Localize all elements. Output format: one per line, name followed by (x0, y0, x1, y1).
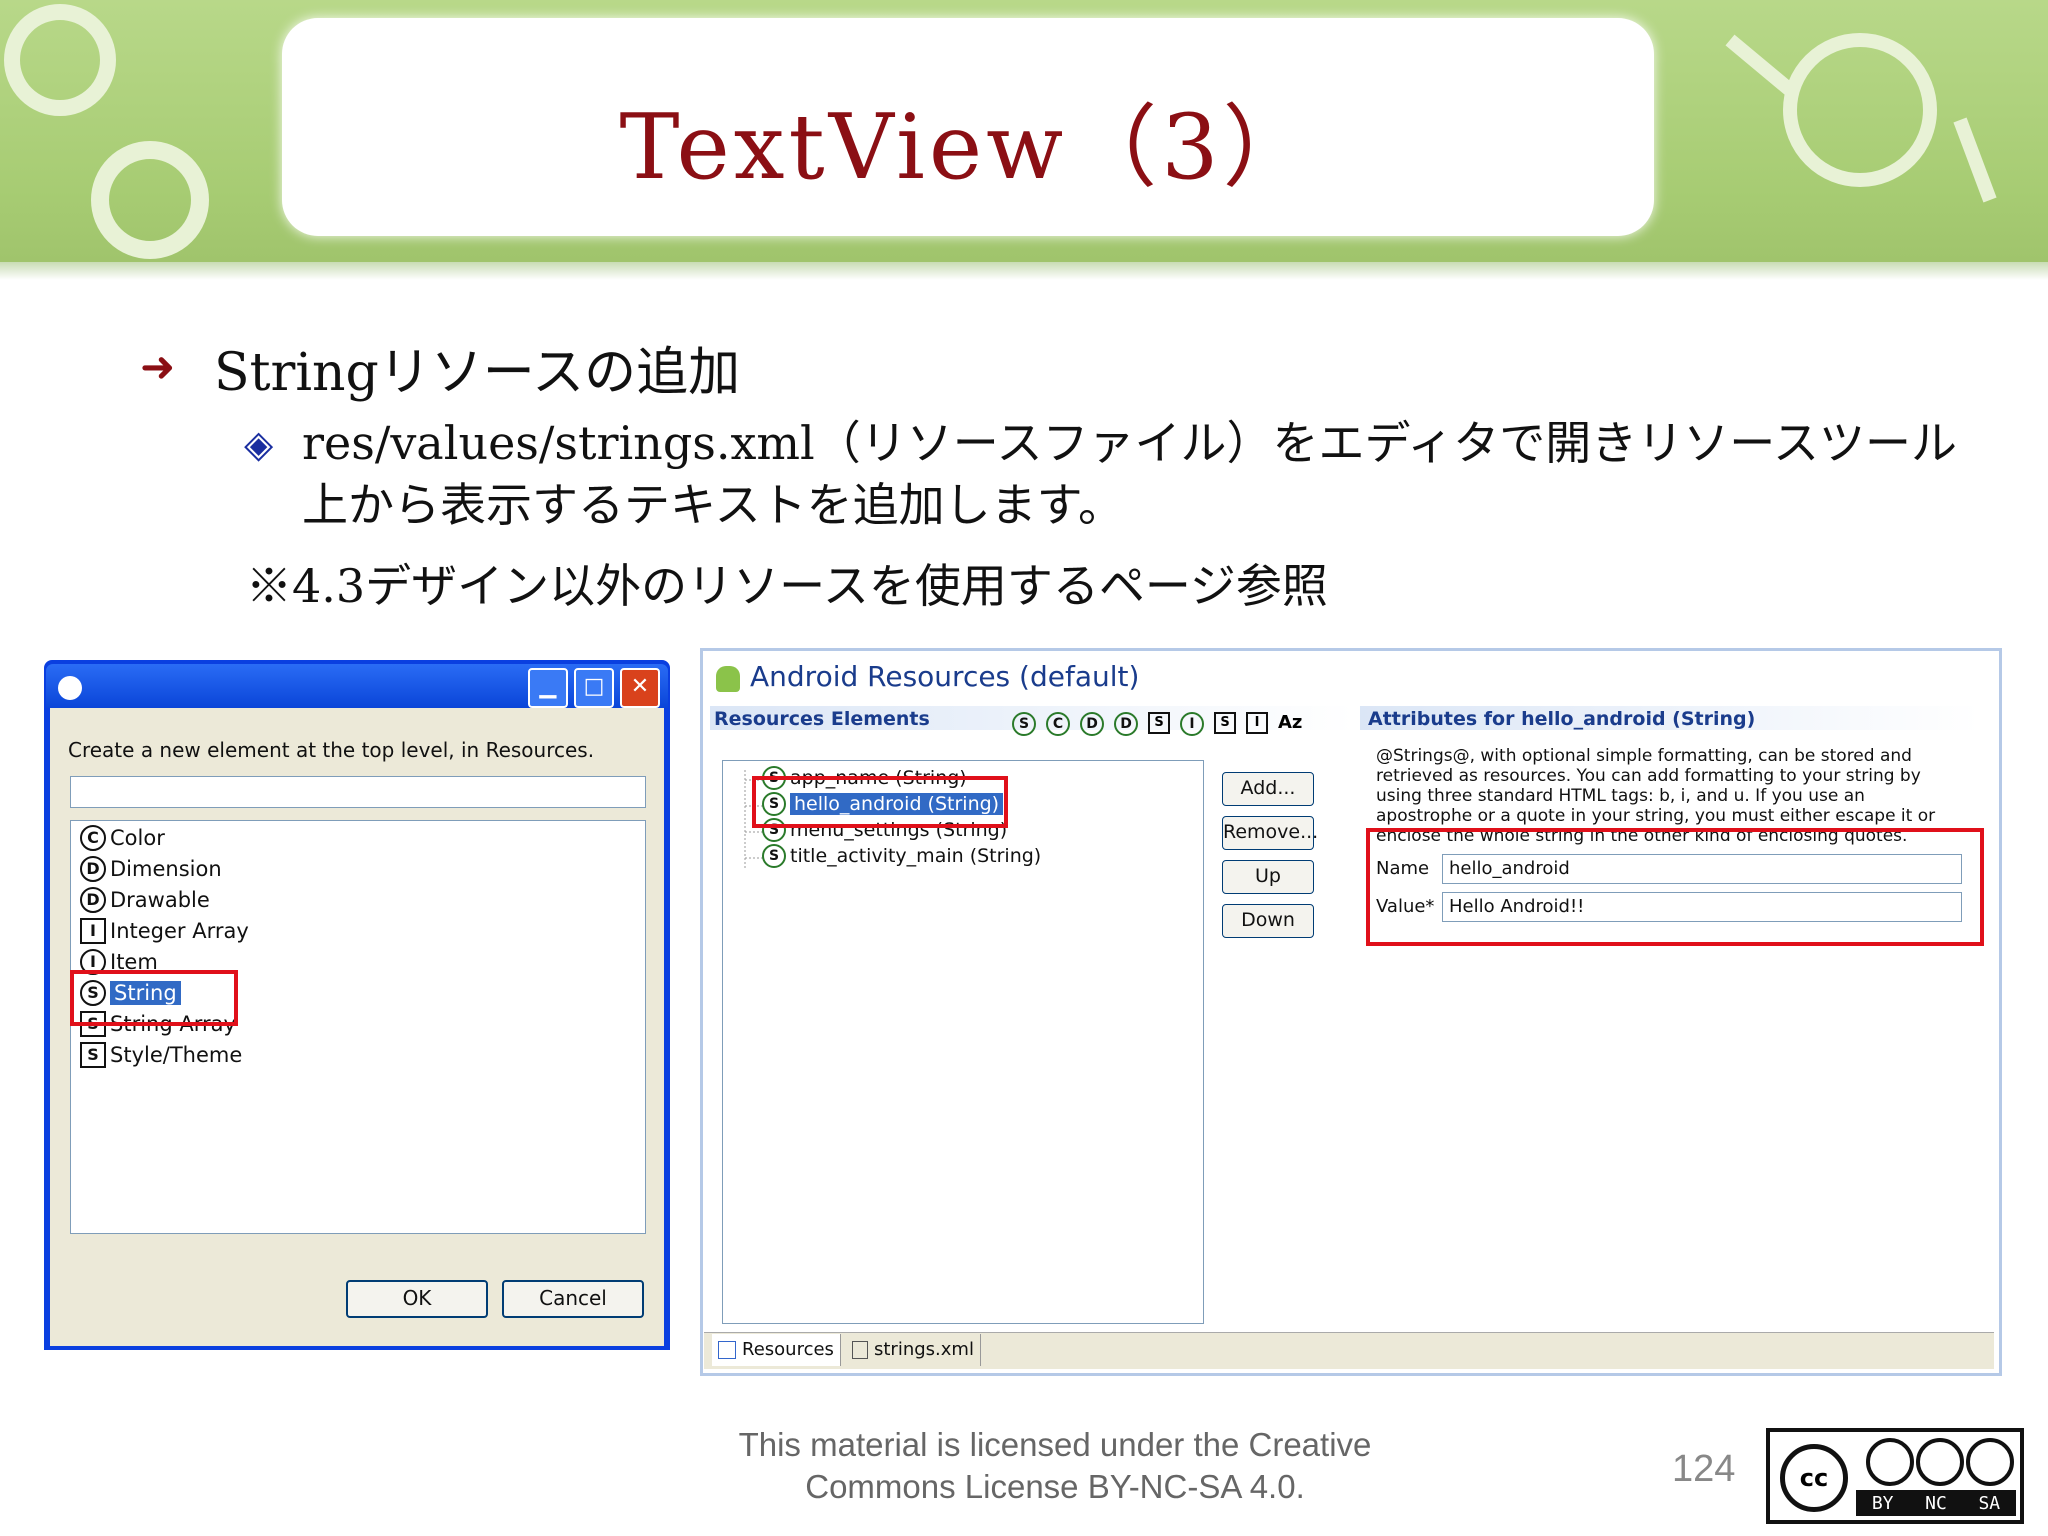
list-item-dimension[interactable]: D Dimension (80, 855, 222, 883)
cc-license-badge[interactable]: cc BY NC SA (1766, 1428, 2024, 1524)
list-item-color[interactable]: C Color (80, 824, 165, 852)
add-item-icon[interactable]: I (1180, 712, 1204, 736)
tab-label: Resources (742, 1339, 834, 1360)
banner-shadow (0, 262, 2048, 280)
gear-icon-left-top (4, 4, 116, 116)
sharealike-icon (1966, 1438, 2014, 1486)
ok-button[interactable]: OK (346, 1280, 488, 1318)
diamond-bullet-icon: ◈ (244, 422, 274, 466)
add-string-icon[interactable]: S (1012, 712, 1036, 736)
xml-file-icon (852, 1341, 868, 1359)
gear-icon-left-bottom (91, 141, 209, 259)
cc-label-strip: BY NC SA (1856, 1490, 2016, 1516)
page-number: 124 (1672, 1448, 1736, 1490)
cancel-button[interactable]: Cancel (502, 1280, 644, 1318)
reference-note: ※4.3デザイン以外のリソースを使用するページ参照 (246, 559, 1328, 613)
dialog-prompt: Create a new element at the top level, i… (68, 738, 595, 762)
minimize-icon[interactable]: ▁ (528, 668, 568, 708)
list-item-drawable[interactable]: D Drawable (80, 886, 210, 914)
cc-icon: cc (1780, 1444, 1848, 1512)
by-label: BY (1871, 1492, 1894, 1514)
resources-tab-icon (718, 1341, 736, 1359)
list-item-label: Integer Array (110, 919, 249, 943)
tab-label: strings.xml (874, 1339, 974, 1360)
remove-button[interactable]: Remove... (1222, 816, 1318, 850)
list-item-label: Style/Theme (110, 1043, 243, 1067)
license-text: This material is licensed under the Crea… (738, 1426, 1372, 1505)
style-theme-icon: S (80, 1042, 106, 1068)
highlight-box-hello-android (752, 776, 1008, 828)
add-color-icon[interactable]: C (1046, 712, 1070, 736)
slide-title: TextView（3） (619, 95, 1317, 200)
android-icon (716, 666, 740, 692)
add-button[interactable]: Add... (1222, 772, 1314, 806)
dimension-icon: D (80, 856, 106, 882)
list-item-label: Drawable (110, 888, 210, 912)
maximize-icon[interactable]: □ (574, 668, 614, 708)
string-icon: S (762, 844, 786, 868)
editor-title: Android Resources (default) (750, 660, 1140, 693)
add-string-array-icon[interactable]: S (1214, 712, 1236, 734)
list-item-label: Color (110, 826, 165, 850)
noncommercial-icon (1916, 1438, 1964, 1486)
list-item-style-theme[interactable]: S Style/Theme (80, 1041, 242, 1069)
element-toolbar: S C D D S I S I Az (1012, 712, 1302, 736)
add-style-icon[interactable]: S (1148, 712, 1170, 734)
integer-array-icon: I (80, 918, 106, 944)
up-button[interactable]: Up (1222, 860, 1314, 894)
color-icon: C (80, 825, 106, 851)
nc-label: NC (1925, 1492, 1947, 1514)
arrow-bullet-icon: ➜ (140, 342, 176, 391)
list-item-label: Dimension (110, 857, 222, 881)
highlight-box-string (70, 970, 238, 1026)
highlight-box-attributes (1366, 828, 1984, 946)
attributes-header: Attributes for hello_android (String) (1368, 708, 1756, 730)
bullet-2: res/values/strings.xml（リソースファイル）をエディタで開き… (302, 416, 1957, 532)
sort-az-icon[interactable]: Az (1278, 712, 1302, 736)
attribution-icon (1866, 1438, 1914, 1486)
add-dimension-icon[interactable]: D (1080, 712, 1104, 736)
list-item-integer-array[interactable]: I Integer Array (80, 917, 249, 945)
filter-input[interactable] (70, 776, 646, 808)
down-button[interactable]: Down (1222, 904, 1314, 938)
tab-resources[interactable]: Resources (712, 1334, 841, 1366)
add-drawable-icon[interactable]: D (1114, 712, 1138, 736)
tab-strings-xml[interactable]: strings.xml (846, 1334, 981, 1366)
drawable-icon: D (80, 887, 106, 913)
elements-header: Resources Elements (714, 708, 930, 730)
add-integer-array-icon[interactable]: I (1246, 712, 1268, 734)
tree-item-label: title_activity_main (String) (790, 845, 1042, 867)
tree-item-title-activity-main[interactable]: Stitle_activity_main (String) (762, 844, 1041, 868)
android-robot-icon (1783, 33, 1937, 187)
bullet-1: Stringリソースの追加 (214, 343, 741, 403)
close-icon[interactable]: ✕ (620, 668, 660, 708)
eclipse-icon (58, 676, 82, 700)
sa-label: SA (1978, 1492, 2001, 1514)
